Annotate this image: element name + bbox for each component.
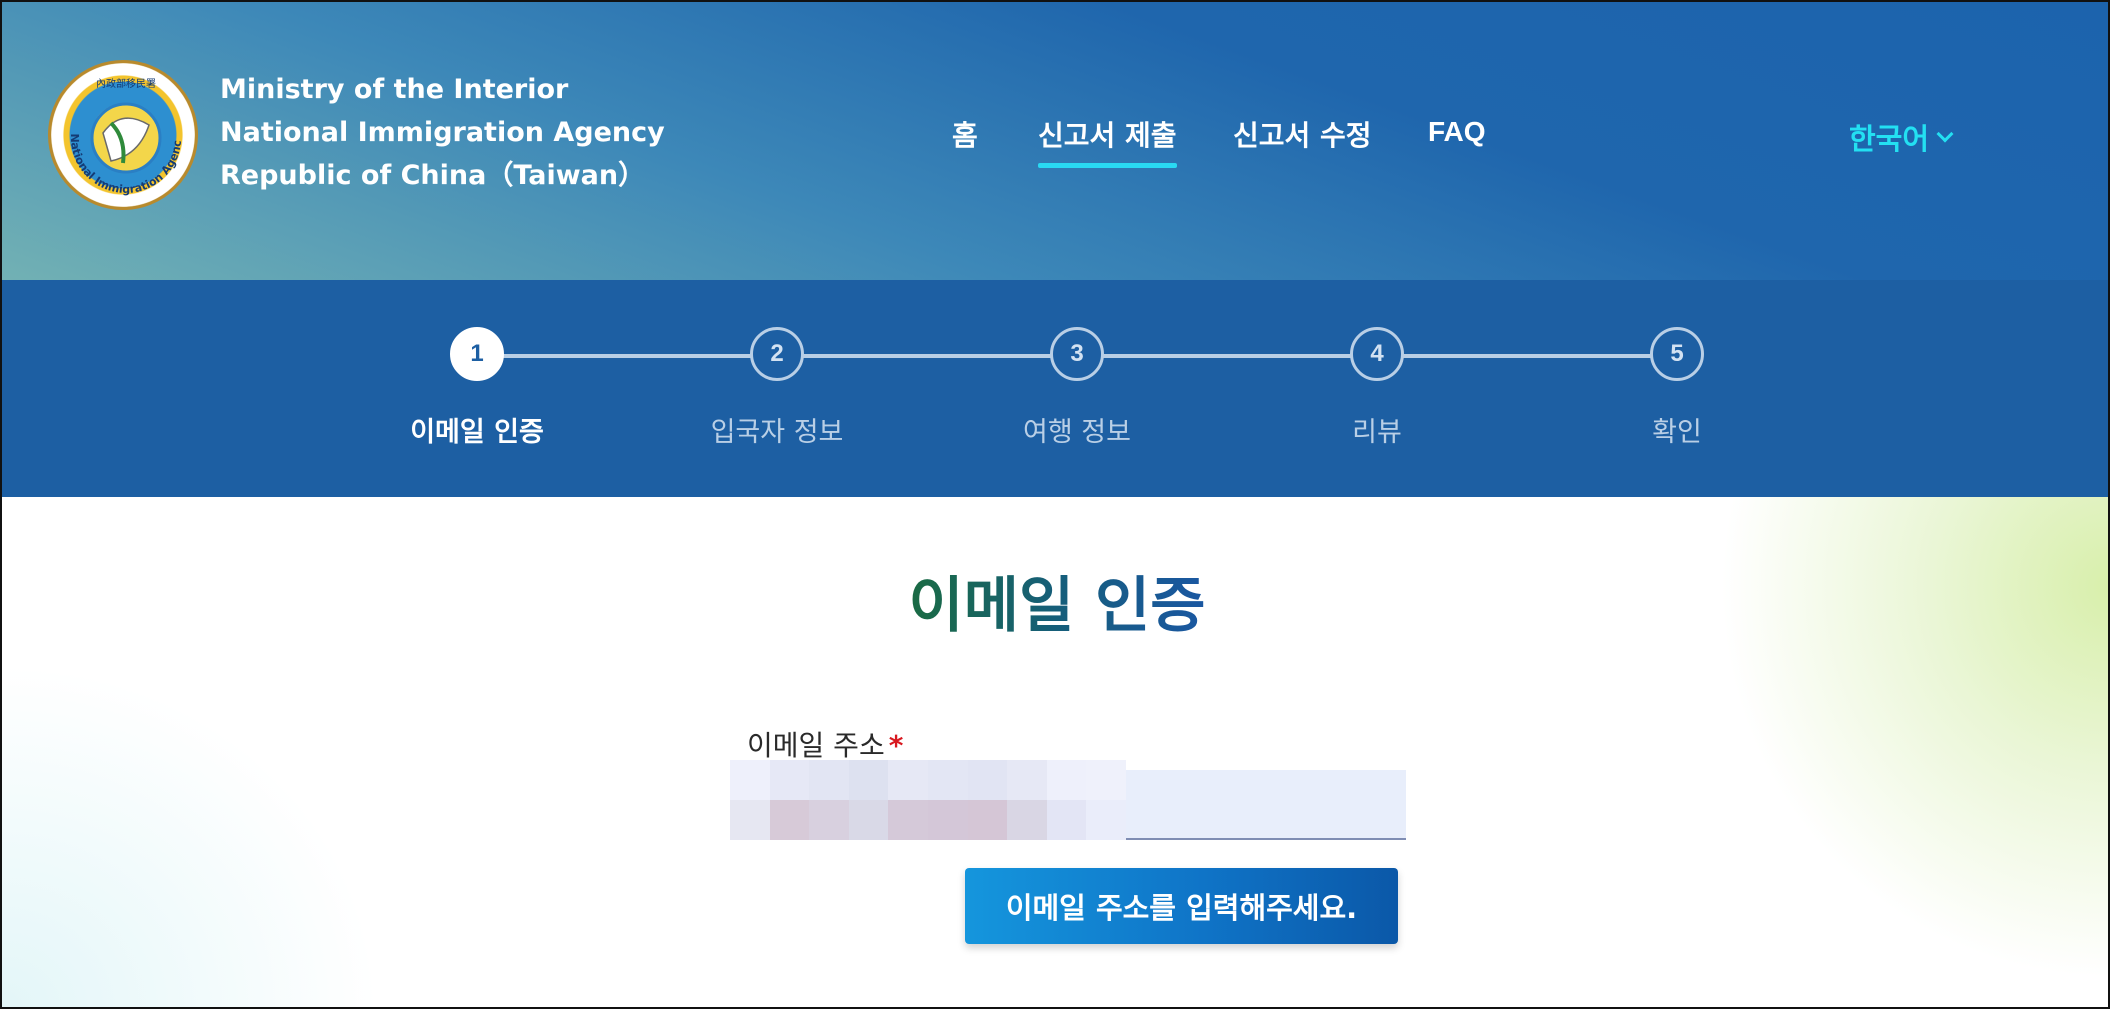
nav-home[interactable]: 홈 (952, 114, 978, 154)
email-field-label: 이메일 주소 * (747, 724, 903, 764)
agency-line-1: Ministry of the Interior (220, 74, 569, 105)
email-label-text: 이메일 주소 (747, 729, 885, 762)
step-5-circle: 5 (1650, 327, 1704, 381)
step-4-circle: 4 (1350, 327, 1404, 381)
step-2-label: 입국자 정보 (710, 417, 844, 448)
nav-submit-form[interactable]: 신고서 제출 (1038, 114, 1177, 168)
step-5-label: 확인 (1652, 417, 1702, 448)
required-marker: * (888, 729, 904, 762)
agency-logo[interactable]: National Immigration Agency 內政部移民署 (48, 60, 198, 210)
chevron-down-icon (1936, 125, 1954, 143)
submit-email-button[interactable]: 이메일 주소를 입력해주세요. (965, 868, 1398, 944)
page-title: 이메일 인증 (2, 557, 2108, 644)
step-1-label: 이메일 인증 (410, 417, 544, 448)
step-3-circle: 3 (1050, 327, 1104, 381)
agency-line-3: Republic of China（Taiwan） (220, 160, 646, 191)
page-frame: National Immigration Agency 內政部移民署 Minis… (0, 0, 2110, 1009)
language-label: 한국어 (1849, 122, 1930, 156)
agency-name: Ministry of the Interior National Immigr… (220, 68, 665, 197)
step-4-label: 리뷰 (1352, 417, 1402, 448)
svg-text:內政部移民署: 內政部移民署 (96, 77, 156, 90)
redacted-email-overlay (730, 760, 1126, 840)
logo-seal-icon: National Immigration Agency 內政部移民署 (51, 63, 184, 196)
agency-line-2: National Immigration Agency (220, 117, 665, 148)
page-title-text: 이메일 인증 (908, 571, 1206, 641)
nav-edit-form[interactable]: 신고서 수정 (1233, 114, 1372, 154)
language-selector[interactable]: 한국어 (1849, 116, 1954, 158)
step-1-circle: 1 (450, 327, 504, 381)
step-2-circle: 2 (750, 327, 804, 381)
progress-stepper (2, 280, 2108, 497)
step-3-label: 여행 정보 (1023, 417, 1131, 448)
nav-faq[interactable]: FAQ (1428, 116, 1486, 148)
site-header: National Immigration Agency 內政部移民署 Minis… (2, 2, 2108, 280)
